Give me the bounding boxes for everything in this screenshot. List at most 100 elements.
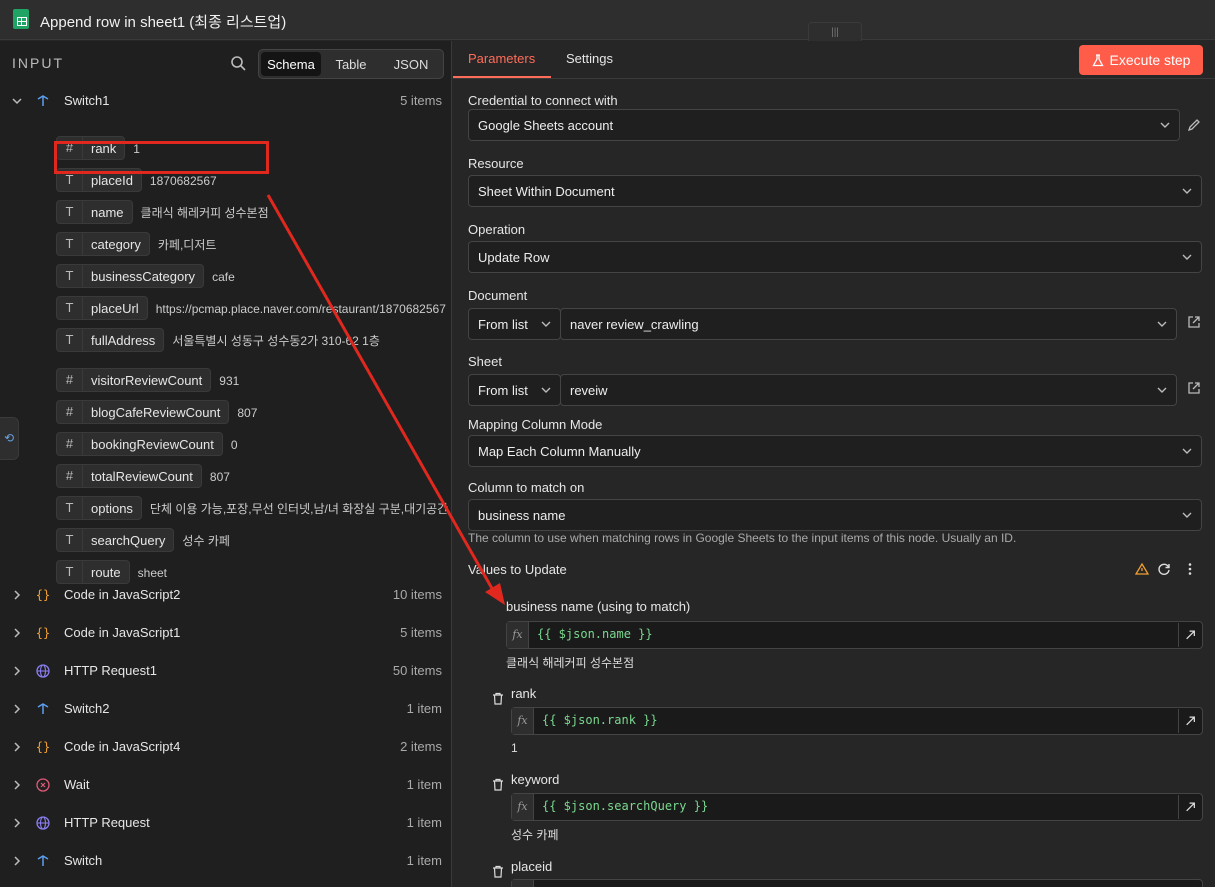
field-pill[interactable]: # totalReviewCount <box>56 464 202 488</box>
expand-editor-icon[interactable] <box>1178 795 1202 819</box>
execute-step-button[interactable]: Execute step <box>1079 45 1203 75</box>
expand-editor-icon[interactable] <box>1178 709 1202 733</box>
chevron-right-icon[interactable] <box>10 588 24 602</box>
expression-input-rank[interactable]: fx {{ $json.rank }} <box>511 707 1203 735</box>
expression-preview: 성수 카페 <box>511 828 559 842</box>
schema-field-searchQuery[interactable]: T searchQuery 성수 카페 <box>56 528 230 552</box>
external-link-icon[interactable] <box>1187 381 1201 395</box>
pencil-icon[interactable] <box>1187 118 1201 132</box>
credential-label: Credential to connect with <box>468 93 618 108</box>
tree-node-code-in-javascript2[interactable]: {} Code in JavaScript2 10 items <box>0 579 451 611</box>
chevron-right-icon[interactable] <box>10 816 24 830</box>
sheet-label: Sheet <box>468 354 502 369</box>
node-item-count: 5 items <box>400 93 442 108</box>
operation-select[interactable]: Update Row <box>468 241 1202 273</box>
schema-field-bookingReviewCount[interactable]: # bookingReviewCount 0 <box>56 432 238 456</box>
tree-node-wait[interactable]: Wait 1 item <box>0 769 451 801</box>
tree-node-switch2[interactable]: Switch2 1 item <box>0 693 451 725</box>
field-pill[interactable]: T businessCategory <box>56 264 205 288</box>
field-pill[interactable]: T placeId <box>56 168 142 192</box>
field-pill[interactable]: # bookingReviewCount <box>56 432 223 456</box>
sheet-select[interactable]: reveiw <box>560 374 1177 406</box>
field-name: searchQuery <box>91 532 166 548</box>
schema-field-rank[interactable]: # rank 1 <box>56 136 140 160</box>
expand-editor-icon[interactable] <box>1178 623 1202 647</box>
field-value: 카페,디저트 <box>157 238 217 252</box>
expression-input-keyword[interactable]: fx {{ $json.searchQuery }} <box>511 793 1203 821</box>
chevron-right-icon[interactable] <box>10 626 24 640</box>
number-type-icon: # <box>57 465 83 487</box>
field-pill[interactable]: # rank <box>56 136 126 160</box>
refresh-icon[interactable] <box>1157 562 1171 576</box>
chevron-down-icon <box>1182 512 1192 518</box>
tree-node-http-request1[interactable]: HTTP Request1 50 items <box>0 655 451 687</box>
node-title[interactable]: Append row in sheet1 (최종 리스트업) <box>40 11 286 32</box>
field-name: options <box>91 500 133 516</box>
chevron-down-icon[interactable] <box>10 94 24 108</box>
document-select[interactable]: naver review_crawling <box>560 308 1177 340</box>
more-options-icon[interactable] <box>1183 562 1197 576</box>
tree-node-code-in-javascript4[interactable]: {} Code in JavaScript4 2 items <box>0 731 451 763</box>
schema-field-options[interactable]: T options 단체 이용 가능,포장,무선 인터넷,남/녀 화장실 구분,… <box>56 496 448 520</box>
schema-field-placeUrl[interactable]: T placeUrl https://pcmap.place.naver.com… <box>56 296 451 320</box>
tree-node-code-in-javascript1[interactable]: {} Code in JavaScript1 5 items <box>0 617 451 649</box>
field-pill[interactable]: T searchQuery <box>56 528 175 552</box>
node-label: Switch <box>64 853 103 868</box>
schema-field-category[interactable]: T category 카페,디저트 <box>56 232 216 256</box>
chevron-down-icon <box>541 387 551 393</box>
sheet-mode-select[interactable]: From list <box>468 374 561 406</box>
field-pill[interactable]: # blogCafeReviewCount <box>56 400 230 424</box>
tab-json[interactable]: JSON <box>381 52 441 76</box>
trash-icon[interactable] <box>492 865 504 878</box>
field-name: businessCategory <box>91 268 196 284</box>
expression-input-placeid[interactable]: fx <box>511 879 1203 887</box>
credential-select[interactable]: Google Sheets account <box>468 109 1180 141</box>
expression-input-business-name[interactable]: fx {{ $json.name }} <box>506 621 1203 649</box>
search-icon[interactable] <box>230 55 246 71</box>
node-item-count: 1 item <box>406 701 442 716</box>
field-pill[interactable]: T name <box>56 200 133 224</box>
chevron-right-icon[interactable] <box>10 664 24 678</box>
schema-field-placeId[interactable]: T placeId 1870682567 <box>56 168 217 192</box>
switch-node-icon <box>37 95 49 106</box>
field-pill[interactable]: # visitorReviewCount <box>56 368 212 392</box>
tab-schema[interactable]: Schema <box>261 52 321 76</box>
tree-node-http-request[interactable]: HTTP Request 1 item <box>0 807 451 839</box>
schema-field-fullAddress[interactable]: T fullAddress 서울특별시 성동구 성수동2가 310-62 1층 <box>56 328 380 352</box>
chevron-right-icon[interactable] <box>10 740 24 754</box>
field-value: 931 <box>219 374 240 388</box>
match-column-select[interactable]: business name <box>468 499 1202 531</box>
tab-settings[interactable]: Settings <box>566 51 613 66</box>
field-name: category <box>91 236 141 252</box>
fx-icon: fx <box>512 708 534 734</box>
field-pill[interactable]: T placeUrl <box>56 296 148 320</box>
tree-node-switch[interactable]: Switch 1 item <box>0 845 451 877</box>
fx-icon: fx <box>512 794 534 820</box>
mapping-mode-select[interactable]: Map Each Column Manually <box>468 435 1202 467</box>
field-pill[interactable]: T options <box>56 496 142 520</box>
tab-table[interactable]: Table <box>321 52 381 76</box>
input-panel: INPUT Schema Table JSON Switch1 5 items … <box>0 41 452 887</box>
schema-field-blogCafeReviewCount[interactable]: # blogCafeReviewCount 807 <box>56 400 257 424</box>
schema-field-name[interactable]: T name 클래식 해레커피 성수본점 <box>56 200 269 224</box>
field-pill[interactable]: T fullAddress <box>56 328 165 352</box>
resource-select[interactable]: Sheet Within Document <box>468 175 1202 207</box>
chevron-right-icon[interactable] <box>10 854 24 868</box>
field-value: https://pcmap.place.naver.com/restaurant… <box>155 302 446 316</box>
operation-label: Operation <box>468 222 526 237</box>
schema-field-visitorReviewCount[interactable]: # visitorReviewCount 931 <box>56 368 239 392</box>
schema-field-businessCategory[interactable]: T businessCategory cafe <box>56 264 235 288</box>
tab-parameters[interactable]: Parameters <box>468 51 535 66</box>
document-mode-value: From list <box>478 317 528 332</box>
tree-node-switch1[interactable]: Switch1 5 items <box>0 85 451 117</box>
external-link-icon[interactable] <box>1187 315 1201 329</box>
node-label: Code in JavaScript2 <box>64 587 181 602</box>
field-pill[interactable]: T category <box>56 232 150 256</box>
trash-icon[interactable] <box>492 692 504 705</box>
collapsed-sidebar-tab[interactable]: ⟲ <box>0 417 19 460</box>
document-mode-select[interactable]: From list <box>468 308 561 340</box>
trash-icon[interactable] <box>492 778 504 791</box>
chevron-right-icon[interactable] <box>10 778 24 792</box>
chevron-right-icon[interactable] <box>10 702 24 716</box>
schema-field-totalReviewCount[interactable]: # totalReviewCount 807 <box>56 464 230 488</box>
